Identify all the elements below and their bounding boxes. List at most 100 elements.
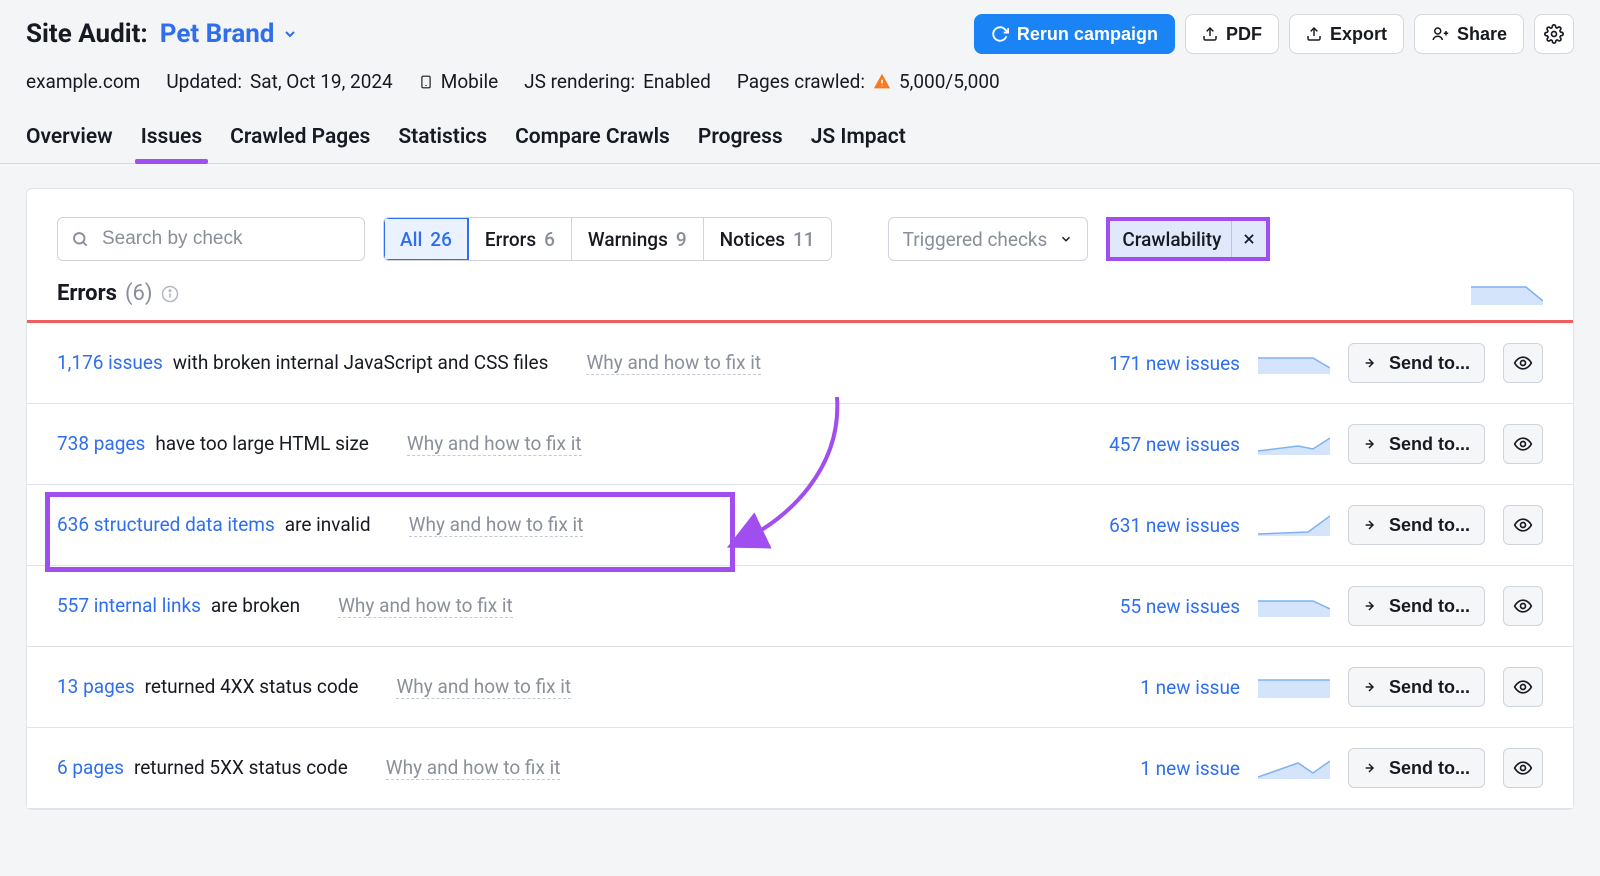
nav-item-js-impact[interactable]: JS Impact: [811, 117, 906, 163]
share-icon: [1431, 25, 1449, 43]
crawled-label: Pages crawled:: [737, 70, 865, 93]
share-button[interactable]: Share: [1414, 14, 1524, 54]
issue-text: returned 4XX status code: [145, 675, 359, 698]
issue-link[interactable]: 557 internal links: [57, 594, 201, 617]
issue-text: are invalid: [285, 513, 371, 536]
hide-button[interactable]: [1503, 424, 1543, 464]
row-sparkline: [1258, 757, 1330, 779]
updated-label: Updated:: [166, 70, 242, 93]
segment-notices[interactable]: Notices 11: [704, 218, 831, 260]
section-title: Errors: [57, 281, 117, 306]
hide-button[interactable]: [1503, 505, 1543, 545]
section-count: (6): [125, 281, 153, 306]
send-to-button[interactable]: Send to...: [1348, 667, 1485, 707]
hide-button[interactable]: [1503, 667, 1543, 707]
hide-button[interactable]: [1503, 748, 1543, 788]
why-and-how-link[interactable]: Why and how to fix it: [386, 756, 561, 780]
nav-item-overview[interactable]: Overview: [26, 117, 113, 163]
upload-icon: [1202, 26, 1218, 42]
nav-item-issues[interactable]: Issues: [141, 117, 202, 163]
issue-link[interactable]: 13 pages: [57, 675, 135, 698]
warning-icon: [873, 73, 891, 91]
pdf-button[interactable]: PDF: [1185, 14, 1279, 54]
send-label: Send to...: [1389, 434, 1470, 455]
info-icon[interactable]: [161, 285, 179, 303]
send-icon: [1363, 679, 1379, 695]
js-label: JS rendering:: [524, 70, 635, 93]
why-and-how-link[interactable]: Why and how to fix it: [396, 675, 571, 699]
send-icon: [1363, 436, 1379, 452]
segment-label: Notices: [720, 228, 785, 251]
issue-link[interactable]: 1,176 issues: [57, 351, 163, 374]
send-to-button[interactable]: Send to...: [1348, 586, 1485, 626]
nav-item-statistics[interactable]: Statistics: [398, 117, 487, 163]
rerun-label: Rerun campaign: [1017, 24, 1158, 45]
new-issues-link[interactable]: 1 new issue: [1140, 676, 1240, 699]
segment-errors[interactable]: Errors 6: [469, 218, 572, 260]
nav-item-compare-crawls[interactable]: Compare Crawls: [515, 117, 670, 163]
hide-button[interactable]: [1503, 343, 1543, 383]
page-title: Site Audit:: [26, 19, 148, 49]
send-label: Send to...: [1389, 353, 1470, 374]
issue-link[interactable]: 738 pages: [57, 432, 145, 455]
send-label: Send to...: [1389, 677, 1470, 698]
why-and-how-link[interactable]: Why and how to fix it: [586, 351, 761, 375]
send-to-button[interactable]: Send to...: [1348, 424, 1485, 464]
share-label: Share: [1457, 24, 1507, 45]
segment-count: 9: [676, 228, 687, 251]
hide-button[interactable]: [1503, 586, 1543, 626]
send-to-button[interactable]: Send to...: [1348, 748, 1485, 788]
issue-row: 13 pages returned 4XX status code Why and…: [27, 647, 1573, 728]
js-rendering-text: JS rendering: Enabled: [524, 70, 711, 93]
issue-row: 1,176 issues with broken internal JavaSc…: [27, 323, 1573, 404]
chevron-down-icon: [282, 26, 298, 42]
eye-icon: [1513, 758, 1533, 778]
filter-tag-crawlability: Crawlability: [1106, 217, 1270, 261]
nav-item-progress[interactable]: Progress: [698, 117, 783, 163]
row-sparkline: [1258, 352, 1330, 374]
new-issues-link[interactable]: 171 new issues: [1109, 352, 1240, 375]
crawled-value: 5,000/5,000: [899, 70, 1000, 93]
eye-icon: [1513, 677, 1533, 697]
search-input[interactable]: [57, 217, 365, 261]
gear-icon: [1544, 24, 1564, 44]
chevron-down-icon: [1059, 232, 1073, 246]
send-label: Send to...: [1389, 515, 1470, 536]
issue-text: returned 5XX status code: [134, 756, 348, 779]
eye-icon: [1513, 515, 1533, 535]
segment-label: Errors: [485, 228, 536, 251]
issue-link[interactable]: 6 pages: [57, 756, 124, 779]
project-name-text: Pet Brand: [160, 19, 275, 49]
settings-button[interactable]: [1534, 14, 1574, 54]
issue-link[interactable]: 636 structured data items: [57, 513, 275, 536]
send-label: Send to...: [1389, 758, 1470, 779]
search-icon: [71, 230, 89, 248]
export-button[interactable]: Export: [1289, 14, 1404, 54]
segment-warnings[interactable]: Warnings 9: [572, 218, 704, 260]
triggered-checks-dropdown[interactable]: Triggered checks: [888, 217, 1089, 261]
upload-icon: [1306, 26, 1322, 42]
device-value: Mobile: [441, 70, 498, 93]
issue-text: have too large HTML size: [155, 432, 369, 455]
why-and-how-link[interactable]: Why and how to fix it: [409, 513, 584, 537]
new-issues-link[interactable]: 457 new issues: [1109, 433, 1240, 456]
tag-close-button[interactable]: [1231, 221, 1266, 257]
updated-value: Sat, Oct 19, 2024: [250, 70, 393, 93]
segment-count: 11: [793, 228, 815, 251]
tag-label: Crawlability: [1122, 228, 1221, 251]
new-issues-link[interactable]: 631 new issues: [1109, 514, 1240, 537]
send-to-button[interactable]: Send to...: [1348, 505, 1485, 545]
send-icon: [1363, 355, 1379, 371]
nav-item-crawled-pages[interactable]: Crawled Pages: [230, 117, 370, 163]
why-and-how-link[interactable]: Why and how to fix it: [407, 432, 582, 456]
why-and-how-link[interactable]: Why and how to fix it: [338, 594, 513, 618]
domain-text: example.com: [26, 70, 140, 93]
send-to-button[interactable]: Send to...: [1348, 343, 1485, 383]
project-dropdown[interactable]: Pet Brand: [160, 19, 299, 49]
new-issues-link[interactable]: 55 new issues: [1120, 595, 1240, 618]
segment-count: 6: [544, 228, 555, 251]
rerun-campaign-button[interactable]: Rerun campaign: [974, 14, 1175, 54]
new-issues-link[interactable]: 1 new issue: [1140, 757, 1240, 780]
segment-all[interactable]: All 26: [384, 218, 469, 260]
device-text: Mobile: [419, 70, 498, 93]
